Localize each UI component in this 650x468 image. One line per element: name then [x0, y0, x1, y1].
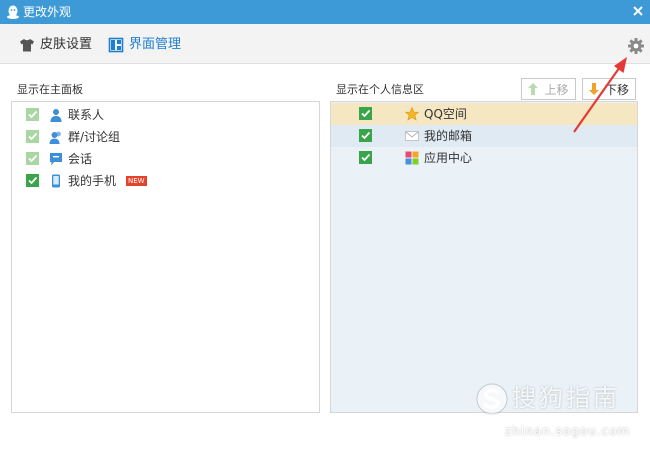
tshirt-icon — [20, 39, 34, 52]
chat-icon — [50, 153, 62, 166]
annotation-arrow-icon — [573, 57, 627, 133]
contacts-icon — [50, 109, 62, 122]
main-panel-label: 显示在主面板 — [17, 83, 83, 96]
checkbox-locked — [26, 152, 39, 165]
item-label: 应用中心 — [424, 151, 473, 165]
mail-icon — [405, 131, 419, 141]
checkbox-checked[interactable] — [359, 107, 372, 120]
main-panel-list: 联系人 群/讨论组 会话 我的手机 NEW — [11, 101, 320, 413]
close-icon[interactable] — [632, 5, 644, 17]
watermark-text: 搜狗指南 — [512, 384, 620, 412]
title-bar: 更改外观 — [0, 0, 650, 24]
item-label: 我的手机 — [68, 174, 117, 188]
tab-label: 皮肤设置 — [40, 37, 93, 52]
layout-icon — [108, 37, 124, 53]
toolbar: 皮肤设置 界面管理 — [0, 24, 650, 64]
checkbox-locked — [26, 130, 39, 143]
watermark: 搜狗指南 zhinan.sogou.com — [475, 378, 645, 448]
item-label: 群/讨论组 — [68, 130, 121, 144]
item-label: 联系人 — [68, 108, 105, 122]
profile-area-label: 显示在个人信息区 — [336, 83, 424, 96]
sogou-logo-icon — [476, 383, 508, 415]
profile-area-list: QQ空间 我的邮箱 应用中心 — [330, 101, 638, 413]
list-item-contacts[interactable]: 联系人 — [12, 104, 319, 126]
watermark-url: zhinan.sogou.com — [505, 424, 631, 438]
list-item-app-center[interactable]: 应用中心 — [331, 147, 637, 169]
list-item-chats[interactable]: 会话 — [12, 148, 319, 170]
list-item-my-phone[interactable]: 我的手机 NEW — [12, 170, 319, 192]
tab-skin-settings[interactable]: 皮肤设置 — [19, 36, 92, 54]
list-item-groups[interactable]: 群/讨论组 — [12, 126, 319, 148]
new-badge: NEW — [126, 176, 147, 186]
checkbox-checked[interactable] — [359, 151, 372, 164]
checkbox-locked — [26, 108, 39, 121]
app-center-icon — [405, 151, 419, 165]
move-up-label: 上移 — [544, 82, 569, 97]
item-label: 会话 — [68, 152, 93, 166]
tab-interface-management[interactable]: 界面管理 — [108, 36, 181, 54]
item-label: QQ空间 — [424, 107, 467, 121]
checkbox-checked[interactable] — [359, 129, 372, 142]
tab-label: 界面管理 — [129, 37, 182, 52]
arrow-up-icon — [528, 83, 539, 95]
group-icon — [49, 131, 61, 144]
gear-icon[interactable] — [627, 37, 645, 55]
window-title: 更改外观 — [23, 5, 72, 19]
item-label: 我的邮箱 — [424, 129, 473, 143]
qq-logo-icon — [7, 5, 19, 19]
checkbox-checked[interactable] — [26, 174, 39, 187]
star-icon — [405, 107, 419, 121]
phone-icon — [52, 174, 60, 188]
